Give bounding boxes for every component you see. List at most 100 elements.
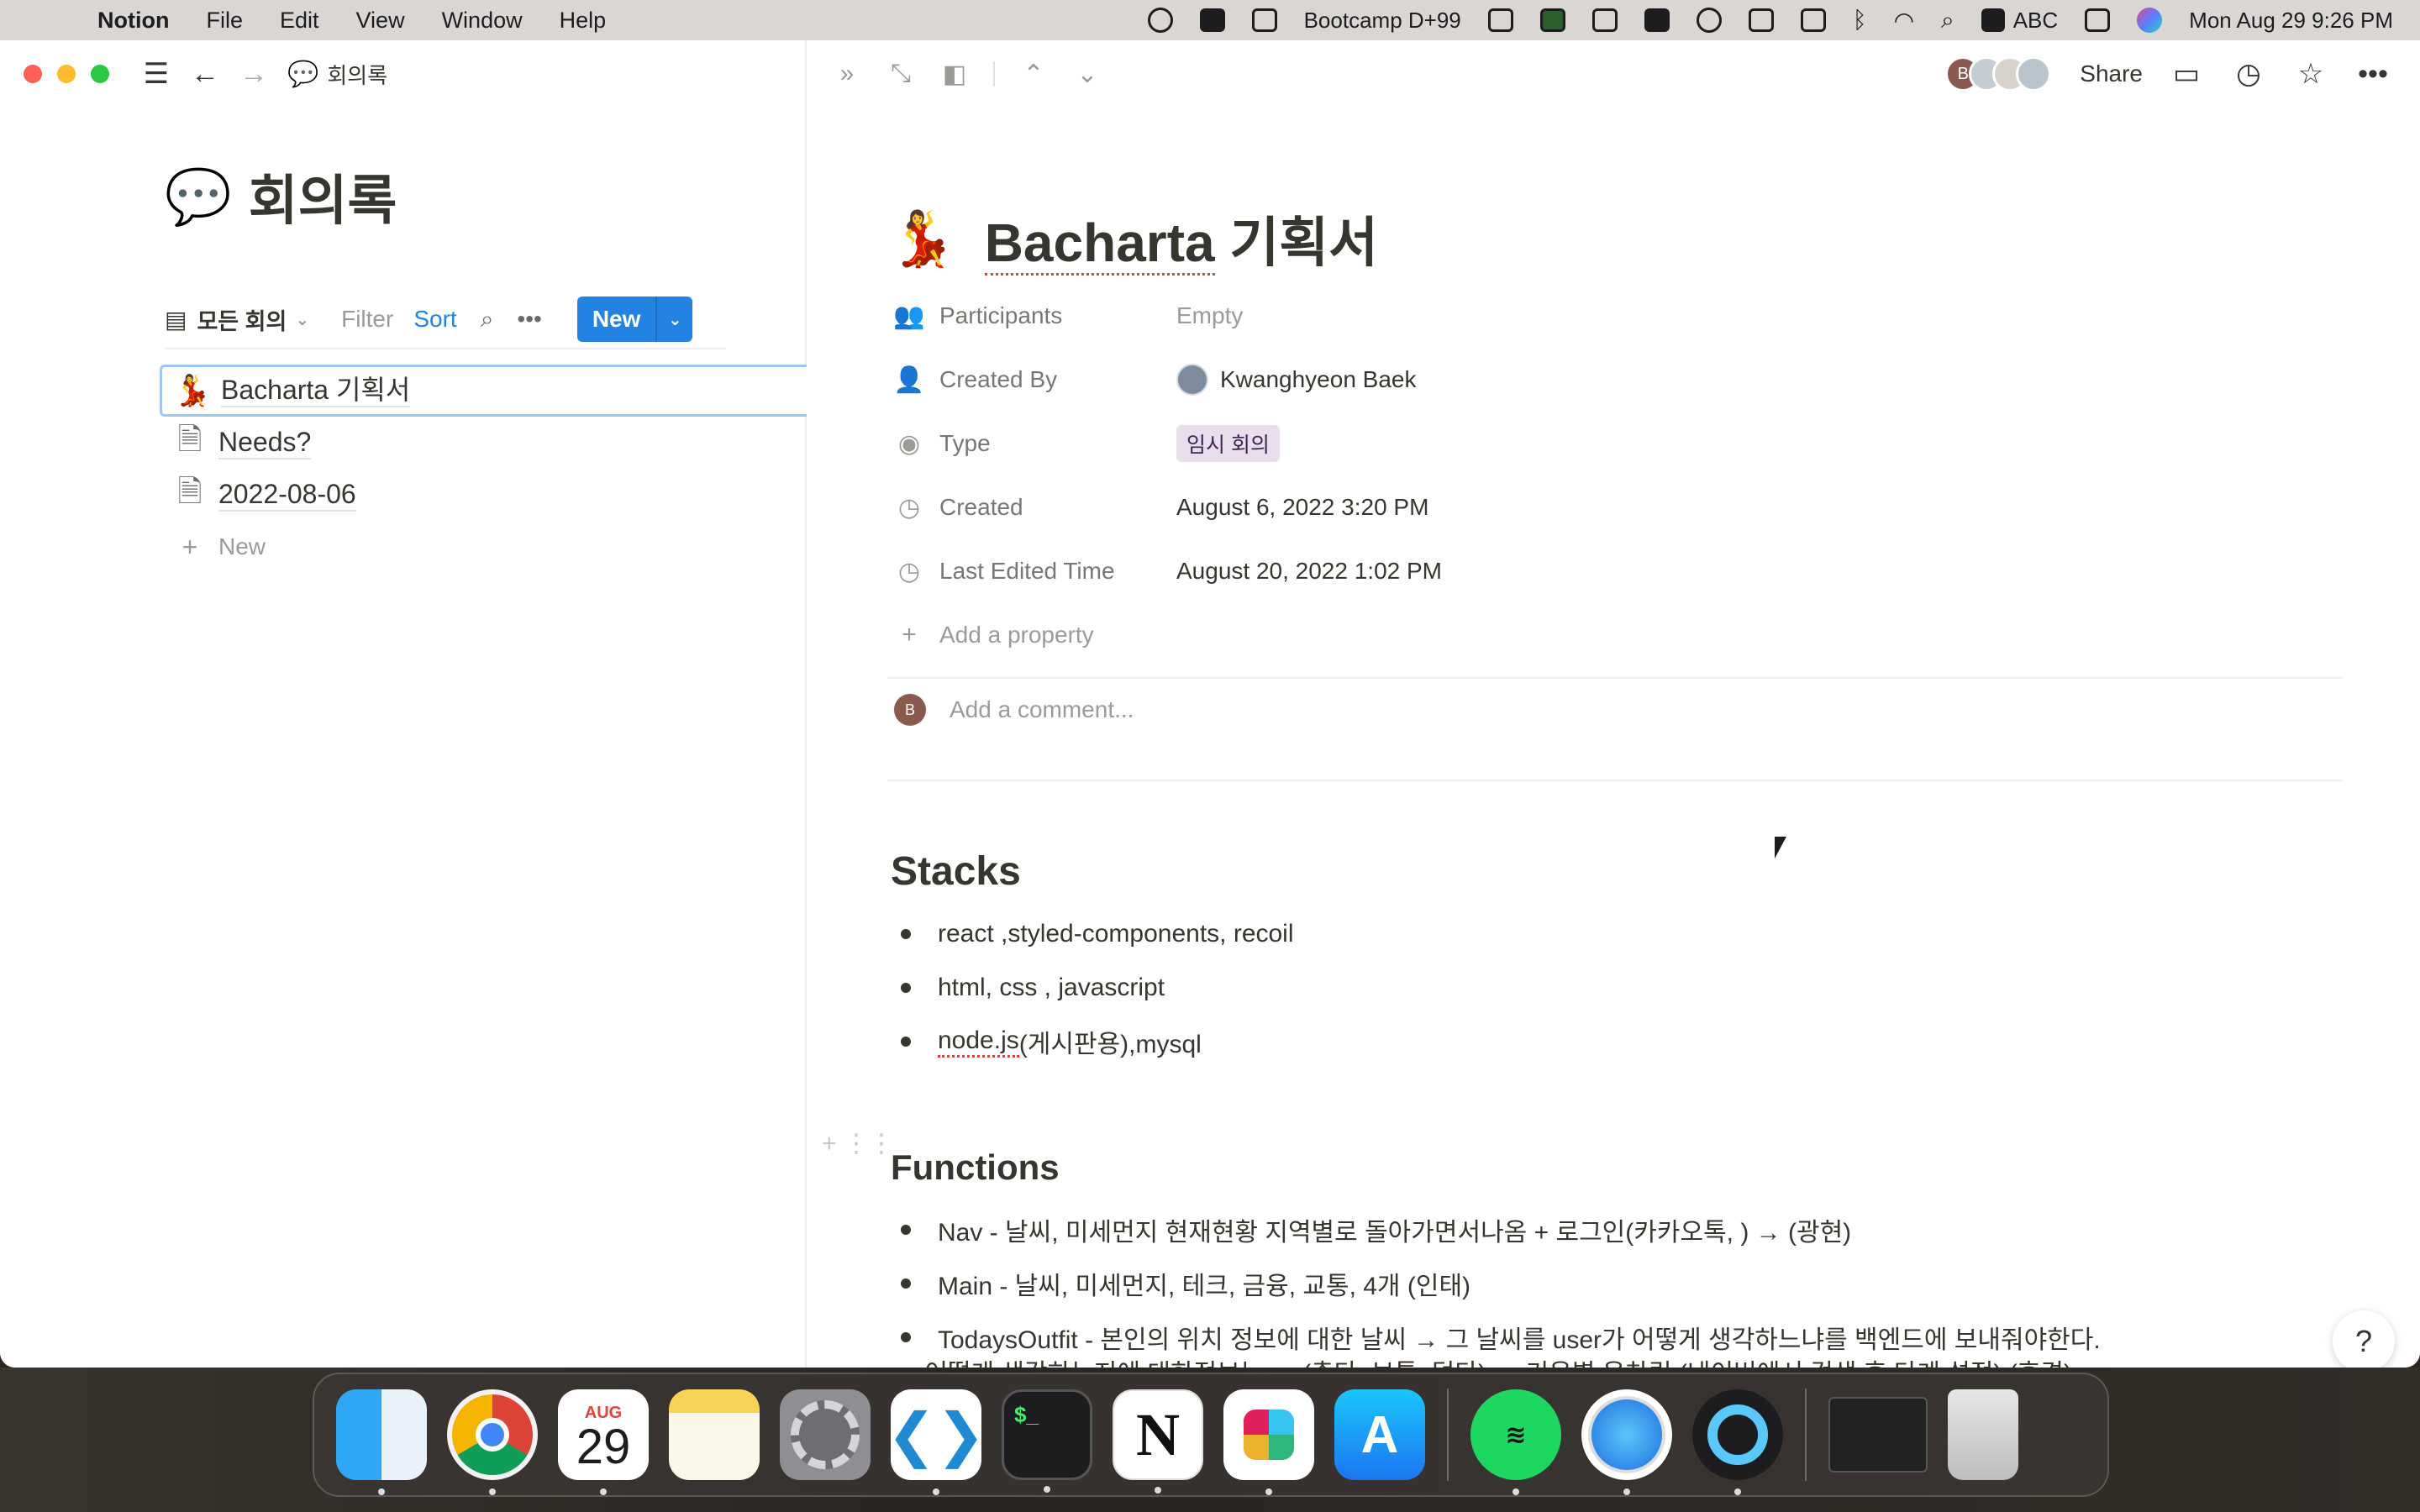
comment-icon[interactable]: ▭: [2171, 57, 2202, 91]
list-item[interactable]: 💃 Bacharta 기획서: [160, 365, 807, 417]
expand-icon[interactable]: ⤡: [886, 60, 916, 88]
wifi-icon[interactable]: ◠: [1894, 7, 1914, 34]
avatar: B: [894, 694, 926, 726]
new-entry-button[interactable]: New ⌄: [576, 297, 693, 342]
list-item-title: 2022-08-06: [218, 478, 356, 512]
drag-handle-icon[interactable]: + ⋮⋮: [822, 1129, 894, 1158]
property-row[interactable]: ◷ Created August 6, 2022 3:20 PM: [889, 475, 2351, 539]
menu-edit[interactable]: Edit: [280, 8, 319, 34]
breadcrumb[interactable]: 회의록: [327, 59, 387, 90]
comment-input[interactable]: B Add a comment...: [894, 694, 1134, 726]
chevron-down-icon[interactable]: ⌄: [1072, 60, 1102, 89]
page-title-text[interactable]: Bacharta 기획서: [984, 200, 1378, 277]
sort-button[interactable]: Sort: [413, 306, 456, 333]
app-store-icon[interactable]: A: [1334, 1389, 1425, 1480]
collaborator-avatars[interactable]: B: [1945, 56, 2052, 92]
activity-monitor-icon[interactable]: [1539, 8, 1565, 32]
slack-icon[interactable]: [1223, 1389, 1314, 1495]
heading-stacks[interactable]: Stacks: [891, 848, 1021, 895]
terminal-icon[interactable]: $_: [1002, 1389, 1092, 1493]
menu-app-name[interactable]: Notion: [97, 8, 169, 34]
type-tag[interactable]: 임시 회의: [1176, 425, 1280, 462]
close-square-icon[interactable]: [1199, 8, 1225, 32]
notes-icon[interactable]: [669, 1389, 760, 1480]
safari-icon[interactable]: [1581, 1389, 1672, 1495]
list-item[interactable]: 🗎 2022-08-06: [160, 469, 807, 521]
view-selector[interactable]: ▤ 모든 회의 ⌄: [165, 303, 309, 336]
display-icon[interactable]: [1591, 8, 1618, 32]
share-button[interactable]: Share: [2080, 60, 2143, 87]
add-property-button[interactable]: + Add a property: [889, 603, 2351, 667]
spotlight-search-icon[interactable]: ⌕: [1941, 7, 1954, 34]
close-peek-icon[interactable]: »: [832, 60, 862, 88]
sidebar-menu-icon[interactable]: ☰: [139, 57, 173, 91]
property-row[interactable]: 👤 Created By Kwanghyeon Baek: [889, 348, 2351, 412]
list-item[interactable]: Main - 날씨, 미세먼지, 테크, 금융, 교통, 4개 (인태): [901, 1257, 2101, 1310]
quicktime-icon[interactable]: [1692, 1389, 1783, 1495]
notion-icon[interactable]: N: [1113, 1389, 1203, 1494]
siri-icon[interactable]: [2137, 8, 2163, 33]
heading-functions[interactable]: Functions: [891, 1147, 1060, 1188]
filter-button[interactable]: Filter: [341, 306, 393, 333]
peek-toolbar: » ⤡ ◧ ⌃ ⌄ B Share ▭ ◷ ☆ •••: [808, 40, 2420, 108]
menu-window[interactable]: Window: [442, 8, 523, 34]
property-row[interactable]: ◉ Type 임시 회의: [889, 412, 2351, 475]
finder-icon[interactable]: [336, 1389, 427, 1495]
property-label: Participants: [939, 302, 1063, 328]
forward-arrow-icon[interactable]: →: [237, 58, 271, 91]
play-icon[interactable]: [1696, 8, 1722, 33]
more-options-icon[interactable]: •••: [517, 306, 541, 333]
list-item[interactable]: 🗎 Needs?: [160, 417, 807, 469]
bi-app-icon[interactable]: [1644, 8, 1670, 32]
bluetooth-icon[interactable]: ᛒ: [1853, 7, 1867, 34]
bootcamp-counter[interactable]: Bootcamp D+99: [1304, 8, 1461, 34]
help-button[interactable]: ?: [2333, 1310, 2395, 1368]
property-list: 👥 Participants Empty 👤 Created By Kwanghye…: [889, 284, 2351, 667]
search-icon[interactable]: ⌕: [481, 306, 494, 333]
calendar-icon[interactable]: AUG 29: [558, 1389, 649, 1495]
chevron-up-icon[interactable]: ⌃: [1018, 60, 1049, 89]
chevron-down-icon[interactable]: ⌄: [655, 297, 692, 342]
keyboard-icon[interactable]: [1251, 8, 1277, 32]
dock: AUG 29 ❮❯ $_ N A ≋: [313, 1373, 2109, 1497]
speech-bubble-icon[interactable]: 💬: [165, 165, 232, 228]
property-row[interactable]: 👥 Participants Empty: [889, 284, 2351, 348]
list-item-text: (게시판용),mysql: [1018, 1031, 1202, 1058]
trash-icon[interactable]: [1948, 1389, 2018, 1480]
menubar-clock[interactable]: Mon Aug 29 9:26 PM: [2189, 8, 2393, 34]
back-arrow-icon[interactable]: ←: [188, 58, 222, 91]
minimize-window-button[interactable]: [57, 65, 76, 83]
record-stop-icon[interactable]: [1147, 8, 1173, 33]
dancer-icon[interactable]: 💃: [889, 207, 956, 270]
close-window-button[interactable]: [24, 65, 42, 83]
star-icon[interactable]: ☆: [2296, 57, 2326, 91]
property-row[interactable]: ◷ Last Edited Time August 20, 2022 1:02 P…: [889, 539, 2351, 603]
clock-icon[interactable]: ◷: [2233, 57, 2264, 91]
menu-view[interactable]: View: [356, 8, 405, 34]
chrome-icon[interactable]: [447, 1389, 538, 1495]
divider: [887, 677, 2343, 679]
system-settings-icon[interactable]: [780, 1389, 871, 1480]
menu-file[interactable]: File: [206, 8, 243, 34]
input-source-label[interactable]: ABC: [2013, 8, 2058, 34]
mute-icon[interactable]: [1800, 8, 1826, 32]
battery-icon[interactable]: [1748, 8, 1774, 32]
vscode-icon[interactable]: ❮❯: [886, 1389, 986, 1495]
list-item[interactable]: html, css , javascript: [901, 961, 1294, 1015]
participants-value[interactable]: Empty: [1176, 302, 1243, 329]
list-item[interactable]: Nav - 날씨, 미세먼지 현재현황 지역별로 돌아가면서나옴 + 로그인(카…: [901, 1203, 2101, 1257]
database-title-text[interactable]: 회의록: [249, 158, 397, 235]
list-item[interactable]: react ,styled-components, recoil: [901, 907, 1294, 961]
paragraph[interactable]: → 어떻게 생각하는지에 대한정보는 → (춥다, 보통, 덥다) → 기온별 …: [892, 1352, 2072, 1368]
minimized-window-icon[interactable]: [1828, 1397, 1928, 1473]
list-item[interactable]: node.js (게시판용),mysql: [901, 1015, 1294, 1068]
spotify-icon[interactable]: ≋: [1470, 1389, 1561, 1495]
zoom-window-button[interactable]: [91, 65, 109, 83]
side-peek-icon[interactable]: ◧: [939, 60, 970, 89]
menu-help[interactable]: Help: [560, 8, 607, 34]
add-new-row-button[interactable]: + New: [160, 521, 807, 573]
more-options-icon[interactable]: •••: [2358, 58, 2388, 91]
input-source-icon[interactable]: [1981, 8, 2005, 32]
control-center-icon[interactable]: [2085, 8, 2111, 32]
shield-icon[interactable]: [1487, 8, 1513, 32]
